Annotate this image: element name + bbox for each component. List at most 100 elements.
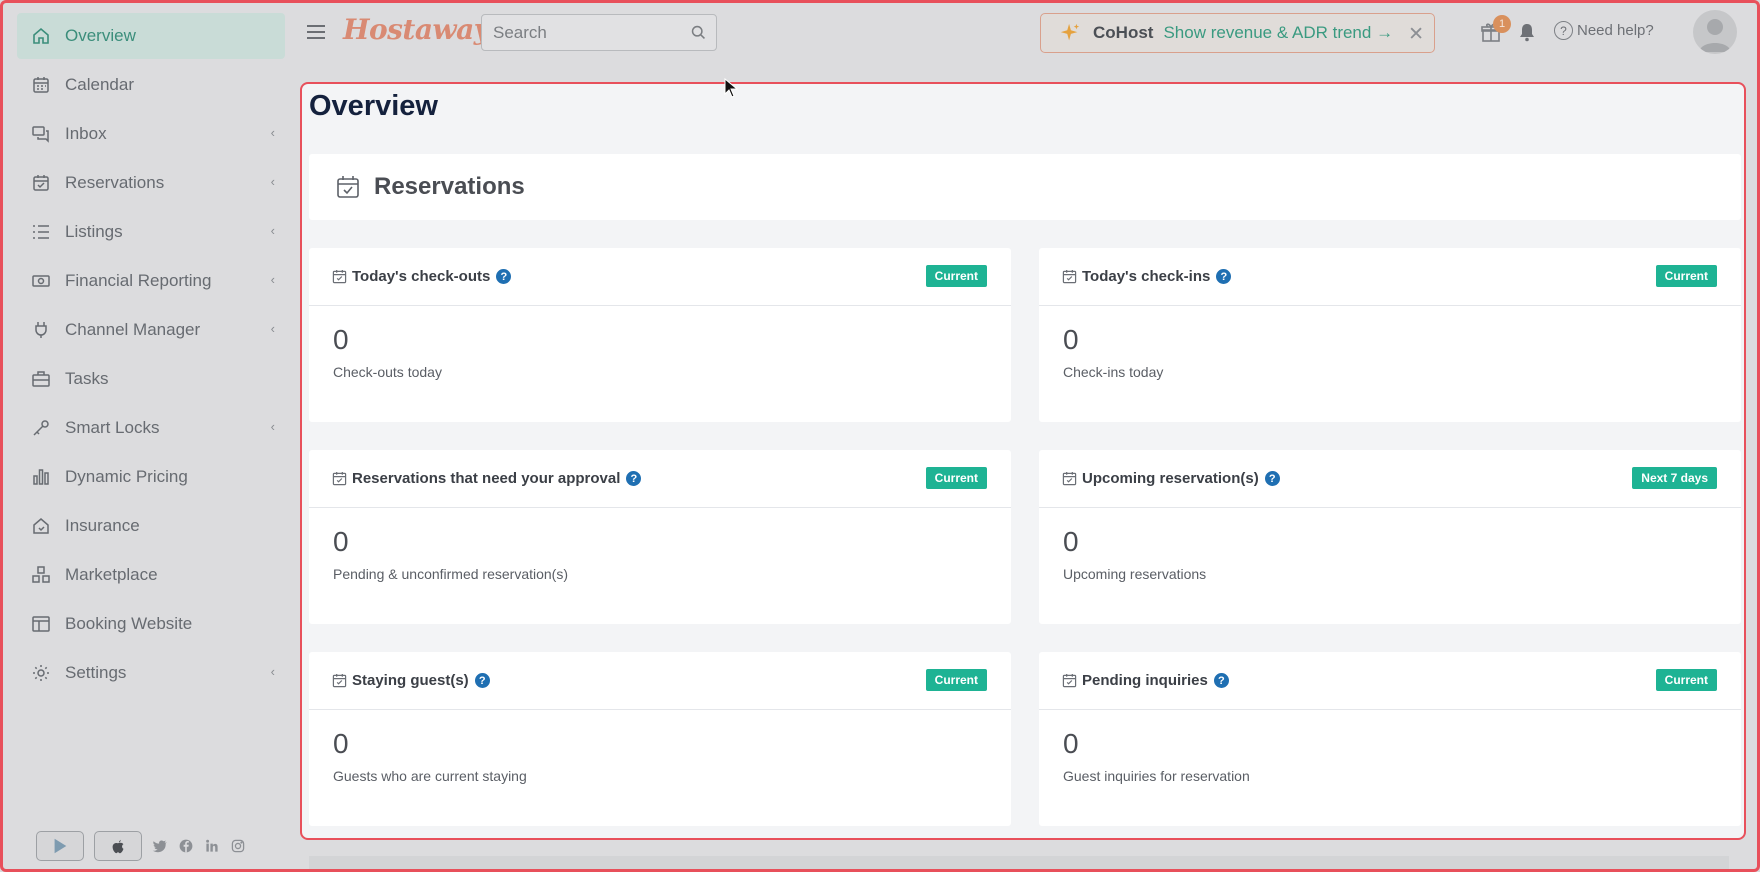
cohost-banner[interactable]: CoHost Show revenue & ADR trend → ✕ — [1040, 13, 1435, 53]
facebook-icon[interactable] — [178, 838, 194, 854]
help-icon: ? — [1554, 21, 1573, 40]
sidebar-item-label: Settings — [65, 663, 127, 682]
calendar-check-icon — [1062, 673, 1077, 688]
google-play-button[interactable] — [36, 831, 84, 861]
status-badge: Current — [925, 467, 987, 489]
sidebar-item-financial-reporting[interactable]: Financial Reporting ‹ — [17, 258, 285, 304]
card-todays-checkins[interactable]: Today's check-ins ? Current 0 Check-ins … — [1039, 248, 1741, 422]
section-title: Reservations — [374, 173, 525, 200]
overview-panel: Overview Reservations Today's check-outs… — [300, 82, 1746, 840]
plug-icon — [30, 319, 52, 341]
list-icon — [30, 221, 52, 243]
menu-toggle-icon[interactable] — [307, 25, 325, 43]
card-label: Check-ins today — [1063, 364, 1164, 380]
instagram-icon[interactable] — [230, 838, 246, 854]
linkedin-icon[interactable] — [204, 838, 220, 854]
cohost-name: CoHost — [1093, 23, 1154, 42]
card-label: Pending & unconfirmed reservation(s) — [333, 566, 569, 582]
card-title: Upcoming reservation(s) — [1082, 470, 1259, 487]
status-badge: Current — [1655, 265, 1717, 287]
sidebar-item-label: Tasks — [65, 369, 109, 388]
sidebar-item-label: Calendar — [65, 75, 134, 94]
chevron-left-icon: ‹ — [270, 664, 275, 679]
app-store-button[interactable] — [94, 831, 142, 861]
top-header: Hostaway Search CoHost Show revenue & AD… — [289, 3, 1757, 61]
card-todays-checkouts[interactable]: Today's check-outs ? Current 0 Check-out… — [309, 248, 1011, 422]
card-value: 0 — [333, 324, 349, 355]
help-icon[interactable]: ? — [626, 471, 642, 486]
card-upcoming-reservations[interactable]: Upcoming reservation(s) ? Next 7 days 0 … — [1039, 450, 1741, 624]
bar-chart-icon — [30, 466, 52, 488]
help-icon[interactable]: ? — [1213, 673, 1229, 688]
calendar-check-icon — [30, 172, 52, 194]
card-label: Guests who are current staying — [333, 768, 527, 784]
sidebar-footer — [36, 831, 246, 861]
notification-count-badge: 1 — [1493, 15, 1511, 33]
calendar-check-icon — [337, 176, 359, 198]
cohost-suggestion-link[interactable]: Show revenue & ADR trend → — [1163, 23, 1393, 43]
twitter-icon[interactable] — [152, 838, 168, 854]
avatar[interactable] — [1693, 10, 1737, 54]
help-icon[interactable]: ? — [1216, 269, 1232, 284]
brand-logo[interactable]: Hostaway — [343, 13, 490, 46]
mouse-cursor-icon — [724, 78, 738, 98]
card-label: Upcoming reservations — [1063, 566, 1207, 582]
chevron-left-icon: ‹ — [270, 174, 275, 189]
calendar-check-icon — [1062, 471, 1077, 486]
need-help-button[interactable]: ? Need help? — [1554, 21, 1654, 40]
sidebar-item-listings[interactable]: Listings ‹ — [17, 209, 285, 255]
sidebar-item-dynamic-pricing[interactable]: Dynamic Pricing — [17, 454, 285, 500]
chevron-left-icon: ‹ — [270, 223, 275, 238]
sidebar-item-label: Smart Locks — [65, 418, 160, 437]
status-badge: Current — [925, 669, 987, 691]
money-icon — [30, 270, 52, 292]
sidebar-item-label: Reservations — [65, 173, 165, 192]
status-badge: Next 7 days — [1632, 467, 1717, 489]
sidebar-item-calendar[interactable]: Calendar — [17, 62, 285, 108]
calendar-icon — [30, 74, 52, 96]
help-icon[interactable]: ? — [496, 269, 512, 284]
card-staying-guests[interactable]: Staying guest(s) ? Current 0 Guests who … — [309, 652, 1011, 826]
apple-icon — [112, 839, 124, 854]
sidebar: Overview Calendar Inbox ‹ Reservations ‹… — [3, 3, 289, 869]
key-icon — [30, 417, 52, 439]
sidebar-item-smart-locks[interactable]: Smart Locks ‹ — [17, 405, 285, 451]
help-icon[interactable]: ? — [1264, 471, 1280, 486]
sidebar-item-label: Overview — [65, 26, 136, 45]
card-value: 0 — [1063, 728, 1079, 759]
sidebar-item-label: Booking Website — [65, 614, 193, 633]
status-badge: Current — [925, 265, 987, 287]
house-shield-icon — [30, 515, 52, 537]
sidebar-item-label: Inbox — [65, 124, 107, 143]
bell-icon[interactable] — [1517, 22, 1537, 42]
user-icon — [1699, 19, 1731, 52]
card-title: Pending inquiries — [1082, 672, 1208, 689]
sidebar-item-reservations[interactable]: Reservations ‹ — [17, 160, 285, 206]
card-value: 0 — [1063, 526, 1079, 557]
sidebar-item-insurance[interactable]: Insurance — [17, 503, 285, 549]
layout-icon — [30, 613, 52, 635]
card-reservations-need-approval[interactable]: Reservations that need your approval ? C… — [309, 450, 1011, 624]
sidebar-item-booking-website[interactable]: Booking Website — [17, 601, 285, 647]
chat-icon — [30, 123, 52, 145]
sidebar-item-channel-manager[interactable]: Channel Manager ‹ — [17, 307, 285, 353]
sidebar-item-settings[interactable]: Settings ‹ — [17, 650, 285, 696]
sidebar-item-marketplace[interactable]: Marketplace — [17, 552, 285, 598]
home-icon — [30, 25, 52, 47]
sidebar-item-label: Listings — [65, 222, 123, 241]
google-play-icon — [54, 838, 67, 854]
sidebar-item-inbox[interactable]: Inbox ‹ — [17, 111, 285, 157]
sidebar-item-label: Insurance — [65, 516, 140, 535]
gear-icon — [30, 662, 52, 684]
chevron-left-icon: ‹ — [270, 272, 275, 287]
card-value: 0 — [1063, 324, 1079, 355]
sidebar-item-overview[interactable]: Overview — [17, 13, 285, 59]
help-icon[interactable]: ? — [474, 673, 490, 688]
search-placeholder: Search — [493, 22, 547, 42]
sidebar-item-tasks[interactable]: Tasks — [17, 356, 285, 402]
chevron-left-icon: ‹ — [270, 125, 275, 140]
card-pending-inquiries[interactable]: Pending inquiries ? Current 0 Guest inqu… — [1039, 652, 1741, 826]
close-icon[interactable]: ✕ — [1408, 23, 1424, 46]
chevron-left-icon: ‹ — [270, 419, 275, 434]
search-input[interactable]: Search — [481, 14, 717, 51]
